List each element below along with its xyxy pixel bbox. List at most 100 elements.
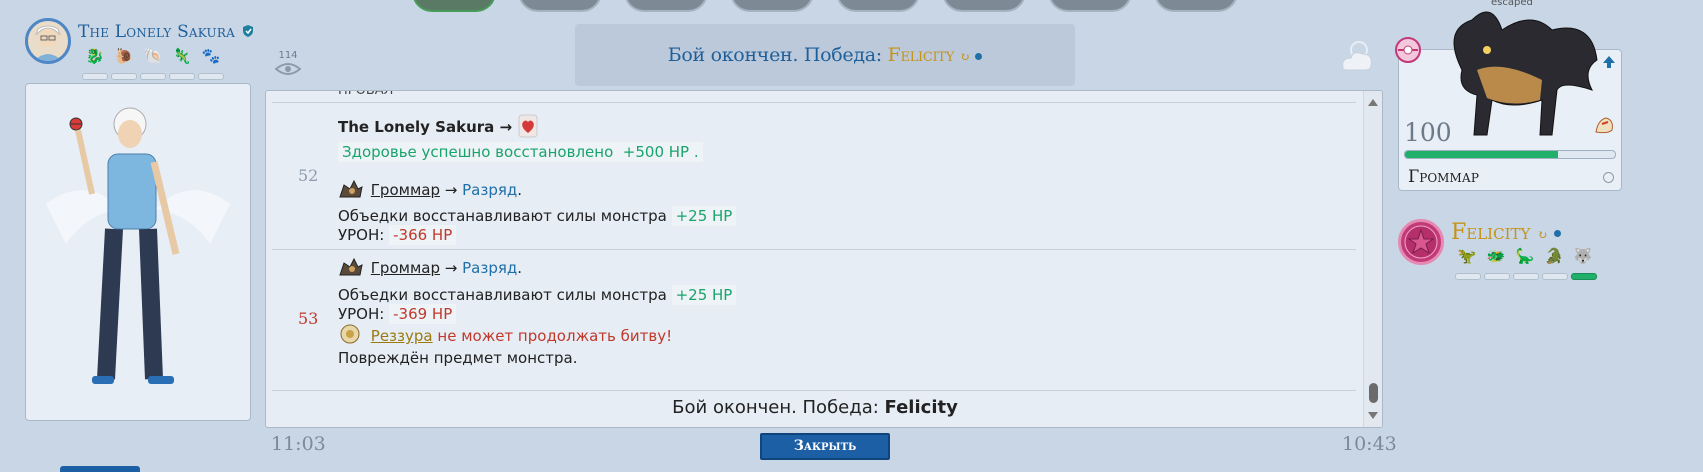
monster-icon[interactable]: 🐊 — [1543, 247, 1565, 265]
eye-icon — [274, 63, 302, 75]
heal-line: Здоровье успешно восстановлено +500 HP . — [338, 142, 703, 162]
scroll-up-icon[interactable] — [1368, 99, 1378, 106]
online-dot-icon — [975, 52, 983, 60]
leftovers-text: Объедки восстанавливают силы монстра — [338, 286, 667, 304]
monster-icon[interactable]: 🐾 — [200, 47, 222, 65]
view-count-value: 114 — [278, 50, 298, 61]
monster-hp-bar — [1404, 150, 1616, 159]
opponent-timer: 10:43 — [1342, 433, 1397, 455]
opponent-name-text: Felicity — [1451, 220, 1531, 245]
potion-icon — [518, 114, 538, 138]
close-button[interactable]: Закрыть — [760, 433, 890, 460]
held-item-icon — [1595, 117, 1613, 134]
opponent-team-hp — [1455, 273, 1597, 280]
online-dot-icon — [1554, 229, 1562, 237]
log-separator — [272, 249, 1356, 250]
top-tab[interactable] — [518, 0, 602, 12]
monster-icon[interactable]: 🦕 — [1514, 247, 1536, 265]
monster-icon[interactable]: 🦎 — [171, 47, 193, 65]
monster-name[interactable]: Громмар — [1408, 167, 1479, 187]
hp-slot — [111, 73, 137, 80]
scroll-thumb[interactable] — [1369, 383, 1378, 403]
opponent-team-icons: 🦖 🐲 🦕 🐊 🐺 — [1456, 247, 1594, 265]
faint-text: не может продолжать битву! — [437, 327, 673, 345]
hp-slot — [1571, 273, 1597, 280]
actor-line: The Lonely Sakura → — [338, 113, 539, 139]
hp-slot — [1542, 273, 1568, 280]
heal-text: Здоровье успешно восстановлено — [342, 143, 614, 161]
hp-slot — [1513, 273, 1539, 280]
player-team-icons: 🐉 🐌 🐚 🦎 🐾 — [84, 47, 222, 65]
bottom-tab[interactable] — [60, 466, 140, 472]
up-arrow-icon — [1603, 56, 1615, 68]
turn-number: 53 — [298, 309, 319, 328]
opponent-name[interactable]: Felicity ↻ — [1451, 220, 1562, 245]
top-tab[interactable] — [1048, 0, 1132, 12]
monster-icon[interactable]: 🐉 — [84, 47, 106, 65]
move-line: Громмар → Разряд. — [338, 257, 522, 277]
trainer-portrait — [25, 83, 251, 421]
status-circle-icon — [1603, 172, 1614, 183]
actor-name[interactable]: The Lonely Sakura — [338, 118, 494, 136]
item-damaged-text: Повреждён предмет монстра. — [338, 349, 578, 367]
damage-value: -366 HP — [389, 225, 457, 245]
damage-line: УРОН: -369 HP — [338, 304, 457, 324]
opponent-avatar[interactable] — [1398, 219, 1444, 265]
leftovers-value: +25 HP — [671, 206, 737, 226]
monster-icon[interactable]: 🐲 — [1485, 247, 1507, 265]
hp-slot — [82, 73, 108, 80]
monster-icon[interactable]: 🐺 — [1572, 247, 1594, 265]
top-tab[interactable] — [412, 0, 496, 12]
arrow: → — [444, 259, 458, 277]
monster-level: 100 — [1404, 118, 1452, 147]
battle-log[interactable]: ПРОБАЛ 52 The Lonely Sakura → Здоровье у… — [265, 90, 1383, 428]
trainer-figure — [46, 107, 230, 384]
hp-slot — [1455, 273, 1481, 280]
hp-slot — [140, 73, 166, 80]
player-name[interactable]: The Lonely Sakura — [78, 22, 255, 42]
heal-value: +500 HP — [622, 143, 690, 161]
capsule-icon — [1395, 37, 1421, 63]
top-tab[interactable] — [1154, 0, 1238, 12]
scroll-down-icon[interactable] — [1368, 412, 1378, 419]
leftovers-value: +25 HP — [671, 285, 737, 305]
log-separator — [272, 102, 1356, 103]
log-scrollbar[interactable] — [1363, 91, 1382, 427]
footer-winner: Felicity — [884, 397, 958, 418]
top-tab[interactable] — [730, 0, 814, 12]
trainer-face-icon — [34, 25, 62, 61]
player-name-text: The Lonely Sakura — [78, 22, 235, 42]
skill-name[interactable]: Разряд — [462, 259, 517, 277]
monster-sprite — [1453, 11, 1598, 136]
hp-slot — [1484, 273, 1510, 280]
winner-name[interactable]: Felicity — [888, 44, 955, 66]
arrow: → — [444, 181, 458, 199]
result-prefix: Бой окончен. Победа: — [667, 44, 883, 66]
refresh-icon: ↻ — [1537, 228, 1548, 242]
log-separator — [272, 390, 1356, 391]
monster-icon[interactable]: 🦖 — [1456, 247, 1478, 265]
hp-slot — [198, 73, 224, 80]
monster-link[interactable]: Реззура — [371, 327, 433, 345]
heal-dot: . — [693, 143, 699, 161]
monster-link[interactable]: Громмар — [371, 181, 440, 199]
top-tab[interactable] — [836, 0, 920, 12]
monster-icon — [338, 257, 364, 277]
monster-icon[interactable]: 🐌 — [113, 47, 135, 65]
player-avatar[interactable] — [25, 18, 71, 64]
top-tab[interactable] — [942, 0, 1026, 12]
damage-label: УРОН: — [338, 305, 385, 323]
move-line: Громмар → Разряд. — [338, 179, 522, 199]
heal-message: Здоровье успешно восстановлено +500 HP . — [338, 142, 703, 162]
skill-name[interactable]: Разряд — [462, 181, 517, 199]
hp-slot — [169, 73, 195, 80]
leftovers-line: Объедки восстанавливают силы монстра +25… — [338, 206, 737, 226]
log-footer: Бой окончен. Победа: Felicity — [266, 397, 1364, 418]
battle-result-title: Бой окончен. Победа: Felicity ↻ — [575, 44, 1075, 66]
star-icon — [1404, 225, 1438, 259]
damage-label: УРОН: — [338, 226, 385, 244]
monster-icon[interactable]: 🐚 — [142, 47, 164, 65]
top-tab[interactable] — [624, 0, 708, 12]
monster-link[interactable]: Громмар — [371, 259, 440, 277]
player-timer: 11:03 — [271, 433, 326, 455]
